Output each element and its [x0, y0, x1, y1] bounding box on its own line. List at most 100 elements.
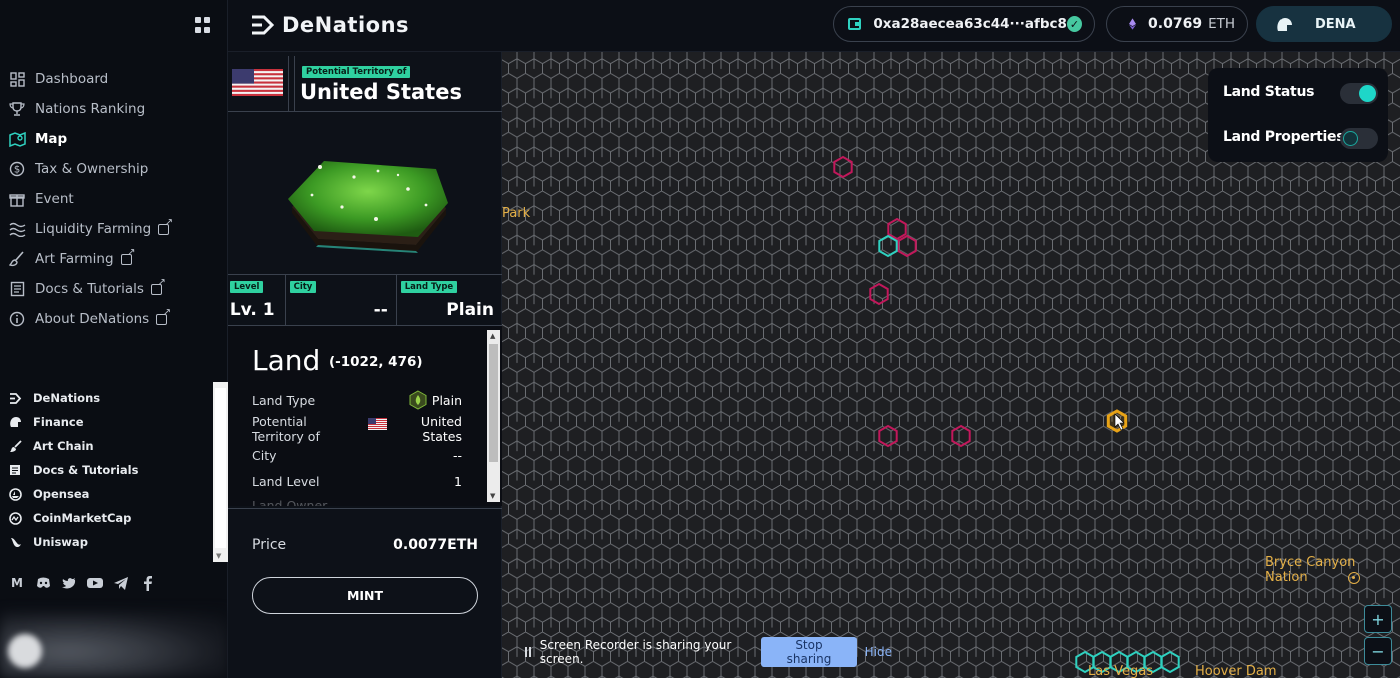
grid-menu-icon[interactable] — [195, 17, 211, 33]
link-label: Art Chain — [33, 439, 94, 453]
document-icon — [8, 280, 26, 298]
land-coordinates: (-1022, 476) — [329, 354, 423, 370]
eth-balance: 0.0769 — [1148, 16, 1203, 32]
spartan-helmet-icon — [1277, 16, 1292, 31]
youtube-icon[interactable] — [87, 575, 103, 591]
eth-unit: ETH — [1208, 16, 1235, 32]
link-uniswap[interactable]: Uniswap — [8, 532, 88, 552]
wallet-address: 0xa28aecea63c44···afbc8 — [873, 16, 1067, 32]
links-scrollbar[interactable]: ▼ — [213, 382, 228, 562]
land-properties-switch[interactable] — [1340, 128, 1378, 149]
link-finance[interactable]: Finance — [8, 412, 84, 432]
stop-sharing-button[interactable]: Stop sharing — [761, 637, 857, 667]
stat-tag: Level — [230, 281, 264, 293]
info-scrollbar[interactable]: ▲ ▼ — [487, 330, 500, 502]
toggle-label: Land Status — [1223, 84, 1315, 100]
twitter-icon[interactable] — [61, 575, 77, 591]
sidebar-item-event[interactable]: Event — [8, 187, 74, 211]
external-link-icon — [120, 247, 136, 265]
uniswap-icon — [8, 535, 22, 549]
hex-map[interactable]: Park Bryce Canyon Nation Las Vegas Hoove… — [502, 52, 1400, 678]
zoom-out-button[interactable]: − — [1364, 637, 1392, 665]
sidebar-item-label: Docs & Tutorials — [35, 281, 144, 297]
territory-name: United States — [300, 80, 462, 104]
ethereum-icon — [1129, 18, 1137, 30]
map-icon — [8, 130, 26, 148]
sidebar: Dashboard Nations Ranking Map $ Tax & Ow… — [0, 52, 228, 678]
map-label-las-vegas: Las Vegas — [1088, 664, 1153, 678]
detail-key: Land Owner — [252, 498, 328, 506]
info-icon — [8, 310, 26, 328]
scroll-down-icon[interactable]: ▼ — [216, 552, 221, 560]
divider — [294, 56, 295, 112]
stat-city: City -- — [288, 275, 397, 327]
discord-icon[interactable] — [35, 575, 51, 591]
facebook-icon[interactable] — [139, 575, 155, 591]
sidebar-item-dashboard[interactable]: Dashboard — [8, 67, 108, 91]
pause-icon — [525, 647, 531, 657]
screen-share-bar: Screen Recorder is sharing your screen. … — [512, 636, 892, 668]
link-label: Docs & Tutorials — [33, 463, 139, 477]
sidebar-item-liquidity-farming[interactable]: Liquidity Farming — [8, 217, 173, 241]
scroll-down-icon[interactable]: ▼ — [490, 492, 495, 500]
brush-icon — [8, 439, 22, 453]
stat-tag: Land Type — [400, 281, 458, 293]
land-tile-image — [288, 161, 448, 253]
svg-text:$: $ — [14, 165, 20, 176]
logo-text: DeNations — [282, 13, 410, 37]
avatar[interactable] — [8, 634, 42, 668]
trophy-icon — [8, 100, 26, 118]
land-detail-panel: Potential Territory of United States Lev… — [228, 52, 502, 678]
toggle-label: Land Properties — [1223, 129, 1345, 145]
territory-tag: Potential Territory of — [302, 66, 411, 78]
scrollbar-thumb[interactable] — [215, 388, 226, 548]
sidebar-header — [0, 0, 228, 52]
waves-icon — [8, 220, 26, 238]
sidebar-item-label: Event — [35, 191, 74, 207]
document-icon — [8, 463, 22, 477]
detail-value: United States — [420, 414, 462, 444]
eth-balance-button[interactable]: 0.0769 ETH — [1106, 6, 1248, 42]
coinmarketcap-icon — [8, 511, 22, 525]
stat-value: -- — [373, 300, 388, 320]
dollar-icon: $ — [8, 160, 26, 178]
scroll-up-icon[interactable]: ▲ — [490, 332, 495, 340]
sidebar-item-about-denations[interactable]: About DeNations — [8, 307, 171, 331]
sidebar-item-label: Nations Ranking — [35, 101, 146, 117]
telegram-icon[interactable] — [113, 575, 129, 591]
sidebar-item-label: Liquidity Farming — [35, 221, 152, 237]
link-label: DeNations — [33, 391, 101, 405]
link-art-chain[interactable]: Art Chain — [8, 436, 94, 456]
sidebar-item-docs-tutorials[interactable]: Docs & Tutorials — [8, 277, 166, 301]
link-opensea[interactable]: Opensea — [8, 484, 89, 504]
link-docs-tutorials[interactable]: Docs & Tutorials — [8, 460, 138, 480]
medium-icon[interactable]: M — [9, 575, 25, 591]
stat-level: Level Lv. 1 — [228, 275, 286, 327]
sidebar-item-map[interactable]: Map — [8, 127, 67, 151]
sidebar-item-tax-ownership[interactable]: $ Tax & Ownership — [8, 157, 148, 181]
poi-marker-icon[interactable] — [1348, 572, 1360, 584]
sidebar-item-label: Dashboard — [35, 71, 109, 87]
mint-button[interactable]: MINT — [252, 577, 478, 614]
land-status-switch[interactable] — [1340, 83, 1378, 104]
sidebar-item-art-farming[interactable]: Art Farming — [8, 247, 136, 271]
scrollbar-thumb[interactable] — [489, 344, 498, 462]
logo[interactable]: DeNations — [250, 11, 409, 39]
link-coinmarketcap[interactable]: CoinMarketCap — [8, 508, 131, 528]
dena-token-button[interactable]: DENA — [1256, 6, 1392, 42]
hide-button[interactable]: Hide — [865, 645, 892, 659]
detail-key: City — [252, 448, 277, 463]
sidebar-item-nations-ranking[interactable]: Nations Ranking — [8, 97, 145, 121]
link-denations[interactable]: DeNations — [8, 388, 100, 408]
wallet-button[interactable]: 0xa28aecea63c44···afbc8 ✓ — [833, 6, 1095, 42]
check-circle-icon: ✓ — [1066, 16, 1082, 32]
gift-icon — [8, 190, 26, 208]
stat-value: Plain — [446, 300, 494, 320]
sidebar-item-label: Tax & Ownership — [35, 161, 149, 177]
dena-label: DENA — [1315, 16, 1356, 32]
stat-tag: City — [289, 281, 317, 293]
dashboard-icon — [8, 70, 26, 88]
us-flag-icon — [232, 69, 283, 96]
zoom-in-button[interactable]: + — [1364, 605, 1392, 633]
map-label-bryce-canyon: Bryce Canyon Nation — [1265, 555, 1356, 585]
